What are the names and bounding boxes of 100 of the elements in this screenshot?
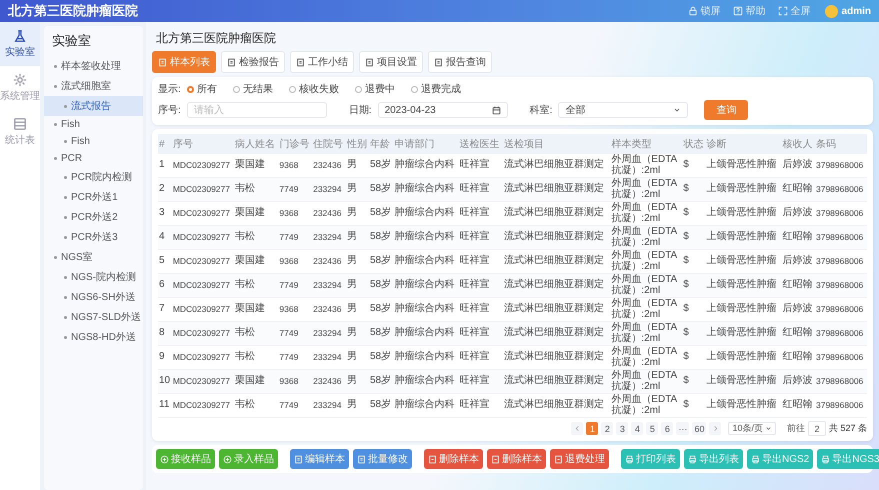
table-cell: MDC02309277 (172, 274, 234, 298)
tree-item[interactable]: 样本签收处理 (44, 56, 143, 76)
page-title: 北方第三医院肿瘤医院 (155, 30, 277, 47)
filter-label: 序号: (158, 104, 181, 117)
column-header: 病人姓名 (234, 134, 278, 154)
table-cell: 58岁 (368, 178, 394, 202)
action-button[interactable]: 退费处理 (550, 449, 609, 469)
column-header: 状态 (682, 134, 706, 154)
caret-icon (673, 106, 682, 114)
table-cell: 外周血（EDTA抗凝）:2ml (610, 322, 682, 346)
radio-option[interactable]: 所有 (186, 82, 217, 96)
radio-option[interactable]: 无结果 (232, 82, 273, 96)
page-button[interactable]: 60 (692, 422, 706, 435)
date-field[interactable]: 2023-04-23 (378, 102, 508, 118)
table-cell: 男 (346, 370, 369, 394)
tab[interactable]: 报告查询 (428, 51, 492, 73)
column-header: 核收人 (781, 134, 815, 154)
table-cell: 2 (158, 178, 172, 202)
table-cell: 流式淋巴细胞亚群测定 (502, 274, 610, 298)
table-cell: 男 (346, 322, 369, 346)
tab[interactable]: 工作小结 (290, 51, 354, 73)
tree-item[interactable]: NGS7-SLD外送 (44, 307, 143, 327)
table-cell: 旺祥宣 (458, 274, 503, 298)
table-cell: 红昭翰 (781, 322, 815, 346)
plus-circle-icon (160, 454, 169, 464)
dept-select[interactable]: 全部 (558, 102, 688, 118)
tree-item[interactable]: Fish (44, 116, 143, 133)
table-cell: 外周血（EDTA抗凝）:2ml (610, 274, 682, 298)
table-cell: 肿瘤综合内科 (393, 178, 459, 202)
table-cell: 红昭翰 (781, 178, 815, 202)
tree-item[interactable]: PCR外送3 (44, 227, 143, 247)
table-cell: 58岁 (368, 394, 394, 418)
flask-icon (13, 29, 27, 43)
table-cell: 韦松 (234, 394, 278, 418)
table-cell: 肿瘤综合内科 (393, 322, 459, 346)
table-cell: 3798968006 (815, 394, 867, 418)
table-cell: 红昭翰 (781, 226, 815, 250)
tab[interactable]: 项目设置 (359, 51, 423, 73)
tree-item[interactable]: PCR外送1 (44, 187, 143, 207)
nav-item[interactable]: 实验室 (0, 22, 40, 66)
tree-item[interactable]: 流式细胞室 (44, 76, 143, 96)
page-button[interactable]: 4 (631, 422, 644, 435)
tree-item[interactable]: NGS8-HD外送 (44, 327, 143, 347)
page-button[interactable]: 5 (646, 422, 658, 435)
table-cell: 上颌骨恶性肿瘤 (705, 370, 782, 394)
table-cell: 流式淋巴细胞亚群测定 (502, 226, 610, 250)
chevron-left-icon (574, 425, 581, 432)
table-cell: 上颌骨恶性肿瘤 (705, 226, 782, 250)
next-page-icon[interactable] (709, 422, 722, 435)
column-header: 住院号 (312, 134, 346, 154)
table-cell: 10 (158, 370, 172, 394)
table-cell: 3798968006 (815, 226, 867, 250)
table-cell: 男 (346, 394, 369, 418)
prev-page-icon[interactable] (571, 422, 584, 435)
goto-input[interactable]: 2 (808, 421, 826, 436)
table-cell: 233294 (312, 226, 346, 250)
action-button[interactable]: 删除样本 (424, 449, 483, 469)
radio-option[interactable]: 退费完成 (410, 82, 461, 96)
tree-item[interactable]: NGS室 (44, 247, 143, 267)
page-button[interactable]: 6 (661, 422, 674, 435)
table-cell: 4 (158, 226, 172, 250)
sidebar-title: 实验室 (51, 32, 92, 50)
filter-label: 显示: (158, 83, 181, 96)
tree-item[interactable]: PCR (44, 150, 143, 167)
column-header: 送检医生 (458, 134, 503, 154)
document-icon (428, 454, 437, 464)
table-cell: MDC02309277 (172, 394, 234, 418)
action-button[interactable]: 删除样本 (487, 449, 546, 469)
table-cell: $ (682, 226, 706, 250)
table-cell: 6 (158, 274, 172, 298)
radio-option[interactable]: 核收失败 (288, 82, 339, 96)
plus-circle-icon (223, 454, 232, 464)
tree-item[interactable]: NGS-院内检测 (44, 267, 143, 287)
table-cell: 外周血（EDTA抗凝）:2ml (610, 178, 682, 202)
fullscreen-icon (778, 6, 788, 16)
page-button[interactable]: 2 (601, 422, 614, 435)
page-button[interactable]: ··· (676, 422, 690, 435)
table-cell: $ (682, 322, 706, 346)
table-cell: 后婷波 (781, 370, 815, 394)
table-cell: 58岁 (368, 226, 394, 250)
column-header: 送检项目 (502, 134, 610, 154)
table-cell: 3798968006 (815, 322, 867, 346)
table-cell: 外周血（EDTA抗凝）:2ml (610, 394, 682, 418)
tree-item[interactable]: PCR外送2 (44, 207, 143, 227)
table-cell: MDC02309277 (172, 226, 234, 250)
table-cell: 232436 (312, 370, 346, 394)
page-size-select[interactable]: 10条/页 (728, 422, 776, 435)
table-cell: MDC02309277 (172, 322, 234, 346)
table-cell: 9368 (278, 370, 312, 394)
tab[interactable]: 检验报告 (221, 51, 285, 73)
page-button[interactable]: 3 (616, 422, 628, 435)
printer-icon (821, 454, 830, 464)
table-cell: 栗国建 (234, 370, 278, 394)
document-icon (296, 58, 305, 66)
tree-item[interactable]: NGS6-SH外送 (44, 287, 143, 307)
tree-item[interactable]: 流式报告 (44, 96, 143, 116)
radio-option[interactable]: 退费中 (354, 82, 395, 96)
serial-input[interactable]: 请输入 (186, 102, 327, 118)
tree-item[interactable]: Fish (44, 133, 143, 150)
tree-item[interactable]: PCR院内检测 (44, 167, 143, 187)
